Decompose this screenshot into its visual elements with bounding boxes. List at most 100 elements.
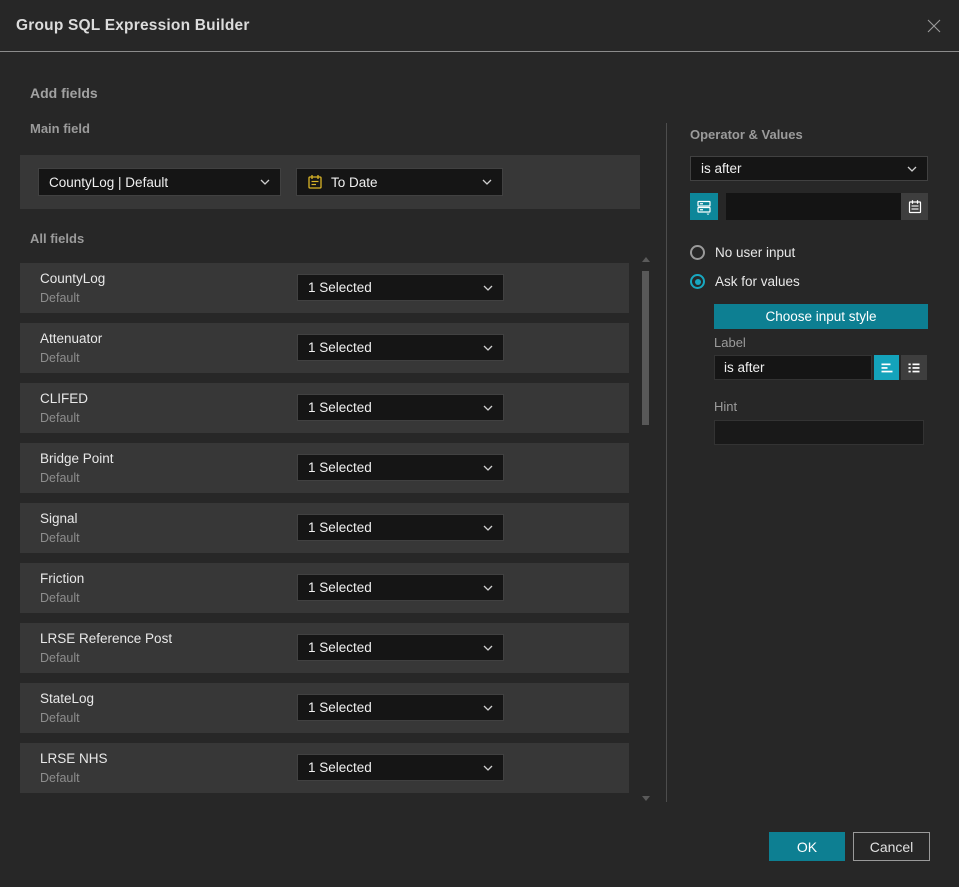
field-selection-dropdown[interactable]: 1 Selected <box>297 394 504 421</box>
dropdown-value: 1 Selected <box>308 340 372 355</box>
calendar-icon <box>908 199 921 213</box>
field-row: Attenuator Default 1 Selected <box>20 323 629 373</box>
field-row: Bridge Point Default 1 Selected <box>20 443 629 493</box>
operator-values-heading: Operator & Values <box>690 127 803 142</box>
choose-input-style-button[interactable]: Choose input style <box>714 304 928 329</box>
field-subtitle: Default <box>40 411 80 425</box>
field-row: StateLog Default 1 Selected <box>20 683 629 733</box>
chevron-down-icon <box>483 585 493 591</box>
field-name: Signal <box>40 511 78 526</box>
field-selection-dropdown[interactable]: 1 Selected <box>297 334 504 361</box>
main-field-dropdown[interactable]: CountyLog | Default <box>38 168 281 196</box>
field-type-dropdown-value: To Date <box>331 174 378 190</box>
field-row: Signal Default 1 Selected <box>20 503 629 553</box>
align-left-icon <box>881 363 892 372</box>
dropdown-value: 1 Selected <box>308 580 372 595</box>
field-name: Bridge Point <box>40 451 114 466</box>
list-scrollbar[interactable] <box>642 255 650 803</box>
chevron-down-icon <box>483 525 493 531</box>
field-type-dropdown[interactable]: To Date <box>296 168 503 196</box>
add-fields-heading: Add fields <box>30 85 98 101</box>
label-input[interactable] <box>714 355 872 380</box>
chevron-down-icon <box>907 166 917 172</box>
field-selection-dropdown[interactable]: 1 Selected <box>297 514 504 541</box>
dialog-header: Group SQL Expression Builder <box>0 0 959 52</box>
list-icon <box>908 363 920 372</box>
close-button[interactable] <box>923 15 945 37</box>
value-source-button[interactable] <box>690 193 718 220</box>
field-subtitle: Default <box>40 351 80 365</box>
dropdown-value: 1 Selected <box>308 760 372 775</box>
radio-selected-icon[interactable] <box>690 274 705 289</box>
radio-label: No user input <box>715 245 796 260</box>
cancel-button[interactable]: Cancel <box>853 832 930 861</box>
chevron-down-icon <box>482 179 492 185</box>
hint-field-label: Hint <box>714 399 738 414</box>
scrollbar-thumb[interactable] <box>642 271 649 425</box>
radio-unselected-icon[interactable] <box>690 245 705 260</box>
field-subtitle: Default <box>40 591 80 605</box>
dropdown-value: 1 Selected <box>308 520 372 535</box>
field-name: LRSE NHS <box>40 751 108 766</box>
field-name: StateLog <box>40 691 95 706</box>
chevron-down-icon <box>260 179 270 185</box>
operator-dropdown-value: is after <box>701 161 742 176</box>
chevron-down-icon <box>483 465 493 471</box>
field-name: Friction <box>40 571 85 586</box>
group-sql-expression-builder-dialog: Group SQL Expression Builder Add fields … <box>0 0 959 887</box>
dropdown-value: 1 Selected <box>308 400 372 415</box>
all-fields-label: All fields <box>30 231 85 246</box>
ok-button[interactable]: OK <box>769 832 845 861</box>
field-subtitle: Default <box>40 651 80 665</box>
field-selection-dropdown[interactable]: 1 Selected <box>297 454 504 481</box>
field-selection-dropdown[interactable]: 1 Selected <box>297 274 504 301</box>
field-subtitle: Default <box>40 711 80 725</box>
chevron-down-icon <box>483 645 493 651</box>
radio-no-user-input[interactable]: No user input <box>690 245 795 260</box>
hint-input[interactable] <box>714 420 924 445</box>
field-selection-dropdown[interactable]: 1 Selected <box>297 634 504 661</box>
dialog-title: Group SQL Expression Builder <box>16 16 250 34</box>
field-name: Attenuator <box>40 331 103 346</box>
field-row: LRSE Reference Post Default 1 Selected <box>20 623 629 673</box>
chevron-down-icon <box>483 765 493 771</box>
field-subtitle: Default <box>40 471 80 485</box>
dropdown-value: 1 Selected <box>308 460 372 475</box>
field-subtitle: Default <box>40 531 80 545</box>
close-icon <box>927 19 941 33</box>
field-selection-dropdown[interactable]: 1 Selected <box>297 574 504 601</box>
field-selection-dropdown[interactable]: 1 Selected <box>297 754 504 781</box>
chevron-down-icon <box>483 405 493 411</box>
main-field-label: Main field <box>30 121 90 136</box>
field-row: CLIFED Default 1 Selected <box>20 383 629 433</box>
scroll-up-icon[interactable] <box>642 257 650 262</box>
field-name: CountyLog <box>40 271 106 286</box>
field-name: CLIFED <box>40 391 89 406</box>
dropdown-value: 1 Selected <box>308 280 372 295</box>
chevron-down-icon <box>483 345 493 351</box>
scroll-down-icon[interactable] <box>642 796 650 801</box>
dropdown-value: 1 Selected <box>308 700 372 715</box>
radio-label: Ask for values <box>715 274 800 289</box>
date-picker-button[interactable] <box>901 193 928 220</box>
main-field-panel: CountyLog | Default To Date <box>20 155 640 209</box>
field-name: LRSE Reference Post <box>40 631 173 646</box>
value-input[interactable] <box>726 193 901 220</box>
field-row: Friction Default 1 Selected <box>20 563 629 613</box>
label-field-label: Label <box>714 335 746 350</box>
stacked-values-icon <box>697 200 711 215</box>
list-input-style-button[interactable] <box>901 355 927 380</box>
field-row: LRSE NHS Default 1 Selected <box>20 743 629 793</box>
single-input-style-button[interactable] <box>874 355 899 380</box>
radio-ask-for-values[interactable]: Ask for values <box>690 274 800 289</box>
chevron-down-icon <box>483 705 493 711</box>
chevron-down-icon <box>483 285 493 291</box>
field-selection-dropdown[interactable]: 1 Selected <box>297 694 504 721</box>
dropdown-value: 1 Selected <box>308 640 372 655</box>
panel-divider <box>666 123 667 802</box>
calendar-icon-gold <box>308 175 322 189</box>
field-row: CountyLog Default 1 Selected <box>20 263 629 313</box>
operator-dropdown[interactable]: is after <box>690 156 928 181</box>
field-subtitle: Default <box>40 291 80 305</box>
field-subtitle: Default <box>40 771 80 785</box>
